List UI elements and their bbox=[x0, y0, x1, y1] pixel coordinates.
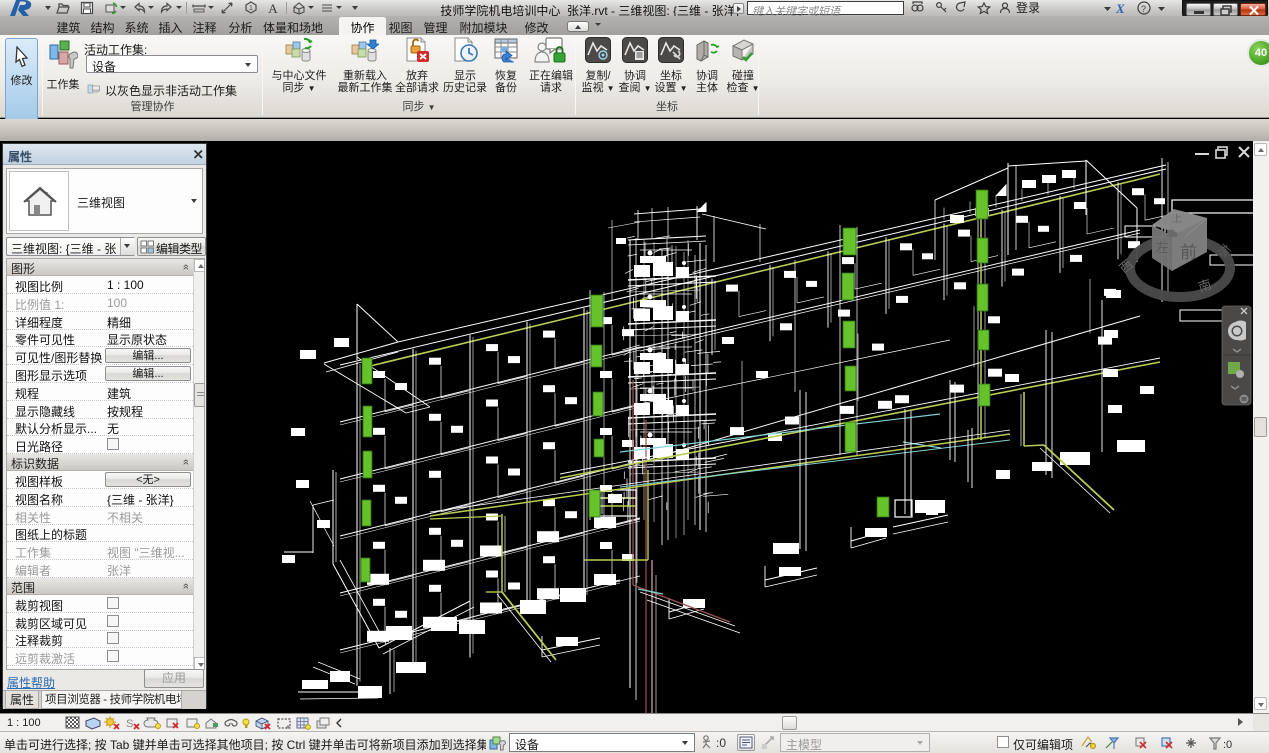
svg-text:S: S bbox=[126, 718, 133, 730]
svg-text:X: X bbox=[1115, 1, 1125, 15]
svg-text:A: A bbox=[268, 1, 278, 15]
svg-text:1: 1 bbox=[249, 5, 253, 12]
svg-text:左: 左 bbox=[1156, 240, 1169, 255]
svg-text:上: 上 bbox=[1172, 213, 1182, 225]
svg-text:前: 前 bbox=[1180, 243, 1197, 262]
svg-text::0: :0 bbox=[1223, 739, 1232, 751]
svg-text:登录: 登录 bbox=[1016, 1, 1040, 15]
svg-text:?: ? bbox=[1141, 4, 1146, 14]
